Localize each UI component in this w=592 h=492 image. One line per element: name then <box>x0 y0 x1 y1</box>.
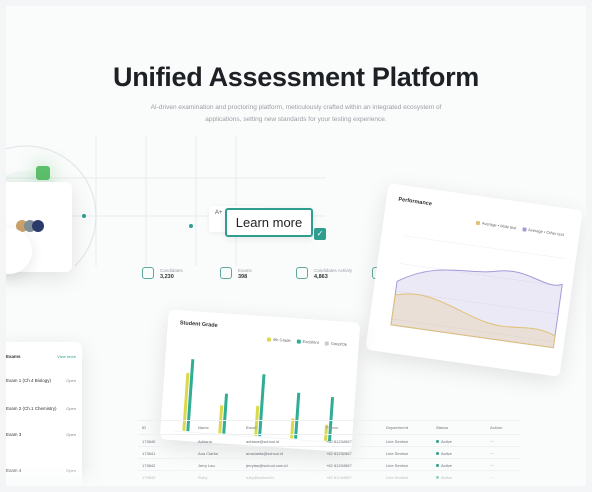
more-icon: ⋯ <box>490 451 494 456</box>
area-chart <box>390 235 566 349</box>
view-more-link[interactable]: View more <box>57 354 76 359</box>
table-row[interactable]: 173841 Ana Clarita anaclarita@school.id +62… <box>138 446 520 458</box>
more-icon: ⋯ <box>490 439 494 444</box>
landing-frame: Unified Assessment Platform AI-driven ex… <box>6 6 586 486</box>
stat-value: 398 <box>238 273 248 280</box>
table-row[interactable]: 173842 Jerry Lau jerrylau@school.com.id +62… <box>138 458 520 470</box>
stat-value: 3,230 <box>160 273 174 280</box>
stat-exams: Exams 398 <box>220 258 252 288</box>
exams-panel: Exams View more Exam 1 (Ch.4 Biology) Op… <box>6 342 82 486</box>
performance-card: Performance Average • Male test Average … <box>365 183 583 377</box>
avatar <box>32 220 44 232</box>
table-header: ID Name Email Phone Department Status Ac… <box>138 420 520 432</box>
stat-label: Candidates <box>160 267 183 273</box>
stat-value: 4,863 <box>314 273 328 280</box>
list-item[interactable]: Exam 2 (Ch.1 Chemistry) <box>6 406 57 411</box>
check-icon: ✓ <box>314 228 326 240</box>
learn-more-button[interactable]: Learn more <box>225 208 313 237</box>
open-button[interactable]: Open <box>66 432 76 437</box>
candidates-table: ID Name Email Phone Department Status Ac… <box>138 406 520 486</box>
list-item[interactable]: Exam 4 <box>6 468 21 473</box>
stat-candidates: Candidates 3,230 <box>142 258 183 288</box>
more-icon: ⋯ <box>490 463 494 468</box>
more-icon: ⋯ <box>490 475 494 480</box>
activity-icon <box>296 267 308 279</box>
stat-label: Exams <box>238 267 252 273</box>
exam-icon <box>220 267 232 279</box>
users-icon <box>142 267 154 279</box>
lock-icon <box>36 166 50 180</box>
list-item[interactable]: Exam 3 <box>6 432 21 437</box>
stat-activity: Candidates Activity 4,863 <box>296 258 352 288</box>
panel-title: Exams <box>6 354 21 359</box>
hero-subtitle: AI-driven examination and proctoring pla… <box>150 104 442 123</box>
stat-label: Candidates Activity <box>314 267 353 273</box>
open-button[interactable]: Open <box>66 378 76 383</box>
page-title: Unified Assessment Platform <box>113 62 479 92</box>
table-row[interactable]: 173840 Adriana adriana@school.id +62 812345… <box>138 434 520 446</box>
list-item[interactable]: Exam 1 (Ch.4 Biology) <box>6 378 51 383</box>
table-row[interactable]: 173843 Ruby ruby@school.id +62 81244567 Line… <box>138 470 520 482</box>
open-button[interactable]: Open <box>66 468 76 473</box>
open-button[interactable]: Open <box>66 406 76 411</box>
